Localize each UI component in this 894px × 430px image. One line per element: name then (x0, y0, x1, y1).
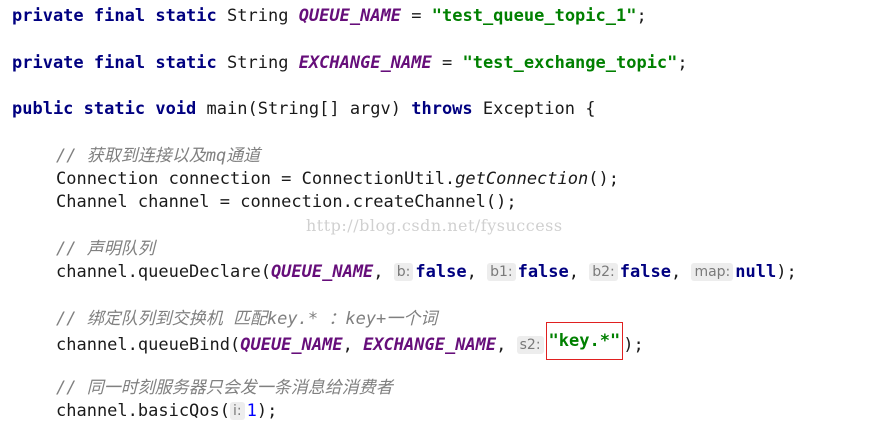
parameter-hint: s2: (516, 336, 544, 354)
keyword: final (93, 6, 146, 26)
constant-name: EXCHANGE_NAME (298, 53, 432, 73)
string-literal: "test_queue_topic_1" (431, 6, 637, 26)
semicolon: ; (677, 53, 688, 73)
highlight-box: "key.*" (545, 322, 624, 360)
type-name: String (227, 53, 289, 73)
code-line-queue-name: private final static String QUEUE_NAME =… (12, 4, 647, 28)
number-literal: 1 (246, 401, 257, 421)
code-editor: private final static String QUEUE_NAME =… (0, 0, 894, 430)
keyword: static (155, 6, 217, 26)
null-literal: null (735, 262, 777, 282)
code-line-exchange-name: private final static String EXCHANGE_NAM… (12, 51, 688, 75)
keyword: static (83, 99, 146, 119)
constant-name: QUEUE_NAME (298, 6, 402, 26)
parameter-hint: i: (230, 402, 245, 420)
code-line-queue-declare: channel.queueDeclare(QUEUE_NAME, b: false… (56, 262, 797, 282)
boolean-literal: false (619, 262, 671, 282)
code-line-get-connection: Connection connection = ConnectionUtil.g… (56, 167, 619, 191)
code-text: Connection connection = ConnectionUtil. (56, 169, 456, 189)
code-comment: // 获取到连接以及mq通道 (56, 146, 261, 166)
code-comment: // 声明队列 (56, 239, 155, 259)
parameter-hint: b: (393, 263, 414, 281)
constant-name: QUEUE_NAME (270, 262, 374, 282)
constant-name: EXCHANGE_NAME (363, 335, 497, 355)
code-line-queue-bind: channel.queueBind(QUEUE_NAME, EXCHANGE_N… (56, 322, 644, 360)
code-comment: // 绑定队列到交换机 匹配key.* ：key+一个词 (56, 309, 438, 329)
exception-clause: Exception { (472, 99, 596, 119)
parameter-hint: map: (691, 263, 734, 281)
boolean-literal: false (415, 262, 467, 282)
code-text: channel.queueBind( (56, 335, 241, 355)
keyword: private (12, 6, 84, 26)
code-line-basic-qos: channel.basicQos(i: 1); (56, 399, 277, 423)
boolean-literal: false (517, 262, 569, 282)
keyword: final (93, 53, 146, 73)
keyword: static (155, 53, 217, 73)
parameter-hint: b1: (487, 263, 516, 281)
operator: = (431, 53, 463, 73)
code-text: ); (623, 335, 644, 355)
code-text: ); (776, 262, 797, 282)
code-text: channel.queueDeclare( (56, 262, 271, 282)
watermark-text: http://blog.csdn.net/fysuccess (306, 216, 563, 235)
constant-name: QUEUE_NAME (240, 335, 343, 355)
code-text: (); (588, 169, 619, 189)
string-literal: "test_exchange_topic" (462, 53, 678, 73)
semicolon: ; (636, 6, 647, 26)
keyword: private (12, 53, 84, 73)
method-signature: main(String[] argv) (196, 99, 412, 119)
code-text: ); (256, 401, 278, 421)
code-line-main-signature: public static void main(String[] argv) t… (12, 97, 595, 121)
code-line-create-channel: Channel channel = connection.createChann… (56, 192, 517, 212)
parameter-hint: b2: (589, 263, 618, 281)
static-method-call: getConnection (455, 169, 589, 189)
operator: = (401, 6, 432, 26)
type-name: String (227, 6, 289, 26)
keyword: public (12, 99, 74, 119)
code-text: channel.basicQos( (56, 401, 230, 421)
keyword: throws (411, 99, 473, 119)
code-comment: // 同一时刻服务器只会发一条消息给消费者 (56, 378, 393, 398)
keyword: void (155, 99, 197, 119)
string-literal: "key.*" (548, 331, 621, 351)
